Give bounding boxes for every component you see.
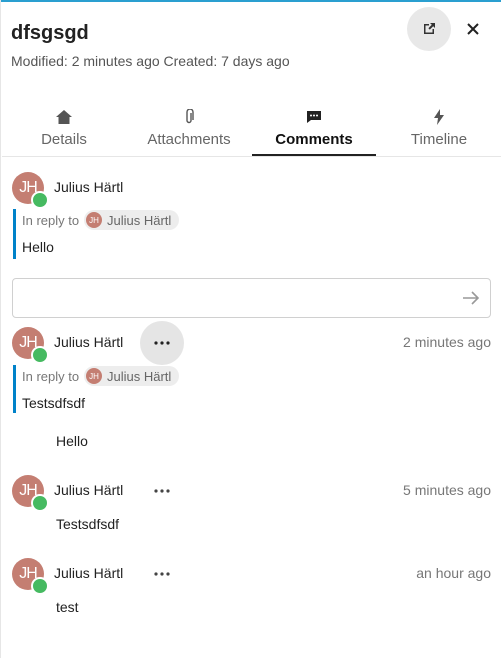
mention-chip[interactable]: JH Julius Härtl <box>84 210 180 230</box>
new-comment-input[interactable] <box>21 287 445 309</box>
tab-comments[interactable]: Comments <box>252 104 376 156</box>
comment-author[interactable]: Julius Härtl <box>54 334 123 350</box>
tab-timeline-label: Timeline <box>410 131 468 148</box>
lightning-icon <box>434 109 444 125</box>
mention-name: Julius Härtl <box>107 368 172 384</box>
paperclip-icon <box>186 109 194 124</box>
tab-details[interactable]: Details <box>2 104 126 156</box>
close-button[interactable] <box>451 7 495 51</box>
in-reply-to-label: In reply to <box>22 213 80 228</box>
tab-attachments-label: Attachments <box>147 131 231 148</box>
status-online-indicator <box>31 346 49 364</box>
comment-timestamp: 5 minutes ago <box>403 482 491 498</box>
mini-avatar: JH <box>86 212 102 228</box>
comment-text: Hello <box>56 433 88 449</box>
comment-text: Testsdfsdf <box>56 516 120 532</box>
send-button[interactable] <box>460 287 482 309</box>
arrow-right-icon <box>463 291 480 305</box>
sidebar-border <box>0 0 1 658</box>
tab-timeline[interactable]: Timeline <box>377 104 501 156</box>
reply-quote-bar <box>13 209 16 259</box>
status-online-indicator <box>31 494 49 512</box>
home-icon <box>56 110 72 124</box>
comment-actions-button[interactable] <box>140 552 184 596</box>
quoted-message: Hello <box>22 239 54 255</box>
more-horizontal-icon <box>154 341 170 345</box>
comment-actions-button[interactable] <box>140 321 184 365</box>
created-text: Created: 7 days ago <box>163 53 290 69</box>
more-horizontal-icon <box>154 572 170 576</box>
quoted-message: Testsdfsdf <box>22 395 86 411</box>
tab-details-label: Details <box>41 131 87 148</box>
comment-text: test <box>56 599 79 615</box>
comment-author[interactable]: Julius Härtl <box>54 565 123 581</box>
status-online-indicator <box>31 577 49 595</box>
reply-quote-bar <box>13 365 16 413</box>
tab-comments-label: Comments <box>275 131 353 148</box>
close-icon <box>467 23 479 35</box>
card-subtitle: Modified: 2 minutes ago Created: 7 days … <box>11 53 290 69</box>
top-accent-line <box>0 0 501 2</box>
comment-actions-button[interactable] <box>140 469 184 513</box>
tab-attachments[interactable]: Attachments <box>127 104 251 156</box>
comment-timestamp: 2 minutes ago <box>403 334 491 350</box>
comment-timestamp: an hour ago <box>416 565 491 581</box>
modified-text: Modified: 2 minutes ago <box>11 53 160 69</box>
external-link-icon <box>424 23 435 34</box>
tab-bar: Details Attachments Comments Timeline <box>2 104 501 157</box>
mini-avatar: JH <box>86 368 102 384</box>
comment-author[interactable]: Julius Härtl <box>54 482 123 498</box>
in-reply-to-label: In reply to <box>22 369 80 384</box>
mention-chip[interactable]: JH Julius Härtl <box>84 366 180 386</box>
comment-author[interactable]: Julius Härtl <box>54 179 123 195</box>
more-horizontal-icon <box>154 489 170 493</box>
mention-name: Julius Härtl <box>107 212 172 228</box>
comment-icon <box>307 111 321 123</box>
card-title[interactable]: dfsgsgd <box>11 22 89 45</box>
new-comment-field[interactable] <box>12 278 491 318</box>
open-external-button[interactable] <box>407 7 451 51</box>
status-online-indicator <box>31 191 49 209</box>
